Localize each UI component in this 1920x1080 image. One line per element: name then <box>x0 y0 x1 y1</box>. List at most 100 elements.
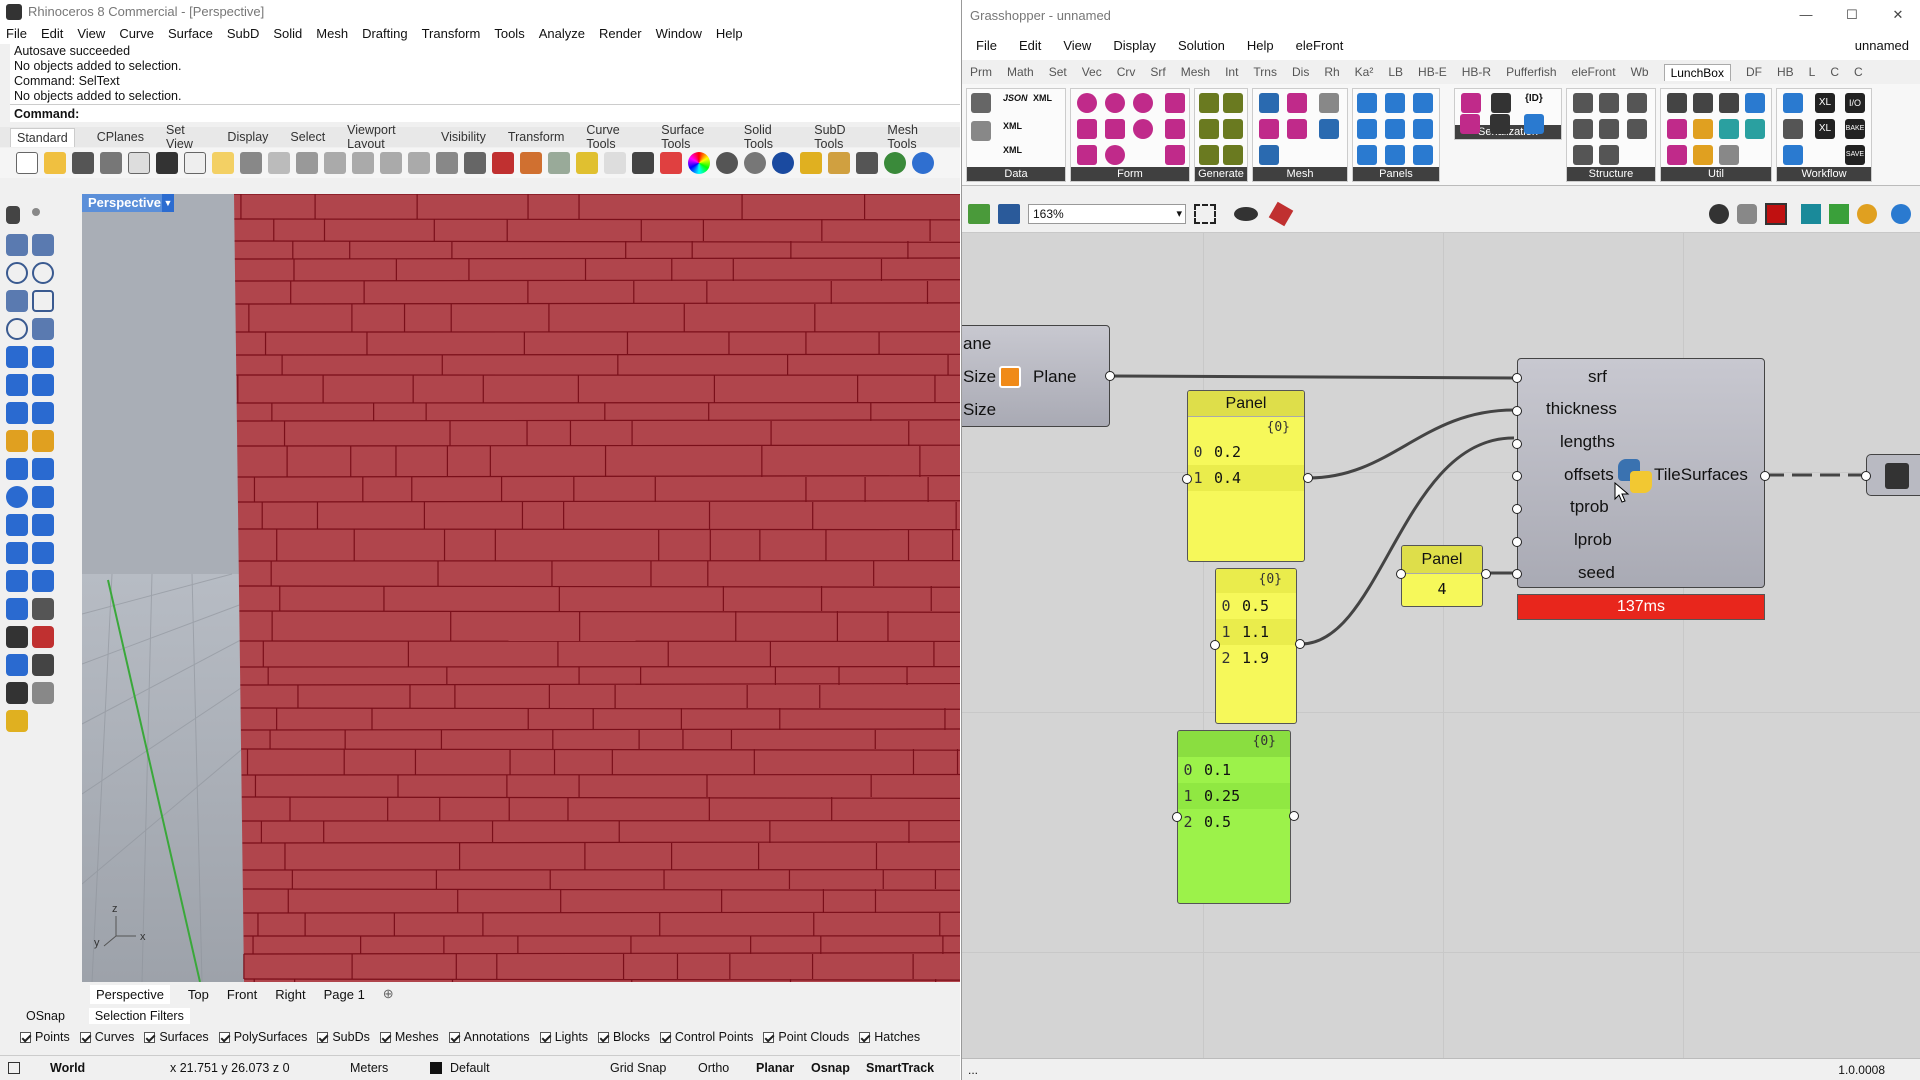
copy-icon[interactable] <box>184 152 206 174</box>
lightning-icon[interactable] <box>32 430 54 452</box>
form-ellipse-icon[interactable] <box>1133 119 1153 139</box>
filter-point-clouds[interactable]: Point Clouds <box>763 1030 849 1044</box>
options-icon[interactable] <box>856 152 878 174</box>
util-f-icon[interactable] <box>1693 119 1713 139</box>
gh-menu-solution[interactable]: Solution <box>1178 38 1225 53</box>
input-port[interactable] <box>1512 569 1522 579</box>
output-node[interactable] <box>1866 454 1920 496</box>
lock-icon[interactable] <box>632 152 654 174</box>
lock-open-icon[interactable] <box>1491 93 1511 113</box>
checkbox-icon[interactable] <box>539 1031 551 1043</box>
mesh-f-icon[interactable] <box>1319 119 1339 139</box>
viewport-tab-perspective[interactable]: Perspective <box>90 984 170 1004</box>
generate-b-icon[interactable] <box>1223 93 1243 113</box>
database-icon[interactable] <box>971 93 991 113</box>
zoom-extents-icon[interactable] <box>380 152 402 174</box>
extrude-icon[interactable] <box>32 346 54 368</box>
excel-write-icon[interactable]: XL <box>1815 119 1835 139</box>
panel-e-icon[interactable] <box>1385 119 1405 139</box>
generate-e-icon[interactable] <box>1199 145 1219 165</box>
check-icon[interactable] <box>6 682 28 704</box>
viewport-tab-front[interactable]: Front <box>227 987 257 1002</box>
gh-tab-lunchbox[interactable]: LunchBox <box>1663 63 1731 81</box>
grid-array-icon[interactable] <box>6 626 28 648</box>
preview-selected-icon[interactable] <box>1801 204 1821 224</box>
gh-canvas[interactable]: ane Size Size Plane Panel {0} 0 0.2 1 0.4 … <box>962 232 1920 1058</box>
output-port[interactable] <box>1760 471 1770 481</box>
gh-tab[interactable]: Set <box>1049 65 1067 79</box>
maximize-icon[interactable]: ☐ <box>1829 0 1875 30</box>
gh-menu-edit[interactable]: Edit <box>1019 38 1041 53</box>
menu-file[interactable]: File <box>6 26 27 41</box>
checkbox-icon[interactable] <box>859 1031 871 1043</box>
gh-tab[interactable]: Vec <box>1082 65 1102 79</box>
sphere-preview-icon[interactable] <box>1891 204 1911 224</box>
menu-subd[interactable]: SubD <box>227 26 260 41</box>
tab-set-view[interactable]: Set View <box>166 123 205 151</box>
util-k-icon[interactable] <box>1719 145 1739 165</box>
output-node-input-port[interactable] <box>1861 471 1871 481</box>
panel-output-port[interactable] <box>1289 811 1299 821</box>
viewport-tab-page-1[interactable]: Page 1 <box>324 987 365 1002</box>
form-gem-icon[interactable] <box>1165 145 1185 165</box>
structure-h-icon[interactable] <box>1599 145 1619 165</box>
panel-output-port[interactable] <box>1295 639 1305 649</box>
structure-f-icon[interactable] <box>1627 119 1647 139</box>
add-layout-icon[interactable]: ⊕ <box>383 986 394 1002</box>
plane-node[interactable]: ane Size Size Plane <box>962 325 1110 427</box>
grid-snap-toggle[interactable]: Grid Snap <box>610 1061 698 1075</box>
layer-stack-icon[interactable] <box>1783 145 1803 165</box>
ortho-toggle[interactable]: Ortho <box>698 1061 756 1075</box>
dimension-icon[interactable] <box>32 542 54 564</box>
filter-subds[interactable]: SubDs <box>317 1030 370 1044</box>
gh-menu-help[interactable]: Help <box>1247 38 1274 53</box>
tab-cplanes[interactable]: CPlanes <box>97 130 144 144</box>
gh-menu-file[interactable]: File <box>976 38 997 53</box>
layer-label[interactable]: Default <box>450 1061 610 1075</box>
gh-tab[interactable]: Int <box>1225 65 1238 79</box>
four-view-icon[interactable] <box>464 152 486 174</box>
checkbox-icon[interactable] <box>448 1031 460 1043</box>
filter-blocks[interactable]: Blocks <box>598 1030 650 1044</box>
tab-selection-filters[interactable]: Selection Filters <box>88 1008 190 1024</box>
zoom-dropdown[interactable]: 163% <box>1028 204 1186 224</box>
input-port[interactable] <box>1512 406 1522 416</box>
panel-h-icon[interactable] <box>1385 145 1405 165</box>
generate-c-icon[interactable] <box>1199 119 1219 139</box>
gh-tab[interactable]: L <box>1809 65 1816 79</box>
gumball-icon[interactable] <box>6 430 28 452</box>
array-icon[interactable] <box>6 570 28 592</box>
gh-tab[interactable]: Ka² <box>1355 65 1374 79</box>
smarttrack-toggle[interactable]: SmartTrack <box>866 1061 946 1075</box>
form-hex-icon[interactable] <box>1165 119 1185 139</box>
minimize-icon[interactable]: — <box>1783 0 1829 30</box>
cplane-icon[interactable] <box>492 152 514 174</box>
block-icon[interactable] <box>6 598 28 620</box>
filter-points[interactable]: Points <box>20 1030 70 1044</box>
preview-shaded-icon[interactable] <box>1765 203 1787 225</box>
tab-mesh-tools[interactable]: Mesh Tools <box>887 123 938 151</box>
mesh-a-icon[interactable] <box>1259 93 1279 113</box>
panel-i-icon[interactable] <box>1413 145 1433 165</box>
mirror-icon[interactable] <box>32 570 54 592</box>
sketch-icon[interactable] <box>1268 201 1294 227</box>
paste-icon[interactable] <box>212 152 234 174</box>
checkbox-icon[interactable] <box>598 1031 610 1043</box>
viewport-title[interactable]: Perspective ▼ <box>82 194 174 212</box>
util-j-icon[interactable] <box>1693 145 1713 165</box>
generate-d-icon[interactable] <box>1223 119 1243 139</box>
structure-b-icon[interactable] <box>1599 93 1619 113</box>
checkbox-icon[interactable] <box>763 1031 775 1043</box>
tab-surface-tools[interactable]: Surface Tools <box>661 123 722 151</box>
planar-toggle[interactable]: Planar <box>756 1061 811 1075</box>
filter-meshes[interactable]: Meshes <box>379 1030 439 1044</box>
cut-plane-icon[interactable] <box>32 654 54 676</box>
tab-subd-tools[interactable]: SubD Tools <box>814 123 865 151</box>
panel-d-icon[interactable] <box>1357 119 1377 139</box>
arc-icon[interactable] <box>6 290 28 312</box>
checkbox-icon[interactable] <box>659 1031 671 1043</box>
grid-icon[interactable] <box>548 152 570 174</box>
util-h-icon[interactable] <box>1745 119 1765 139</box>
util-b-icon[interactable] <box>1693 93 1713 113</box>
shaded-icon[interactable] <box>716 152 738 174</box>
